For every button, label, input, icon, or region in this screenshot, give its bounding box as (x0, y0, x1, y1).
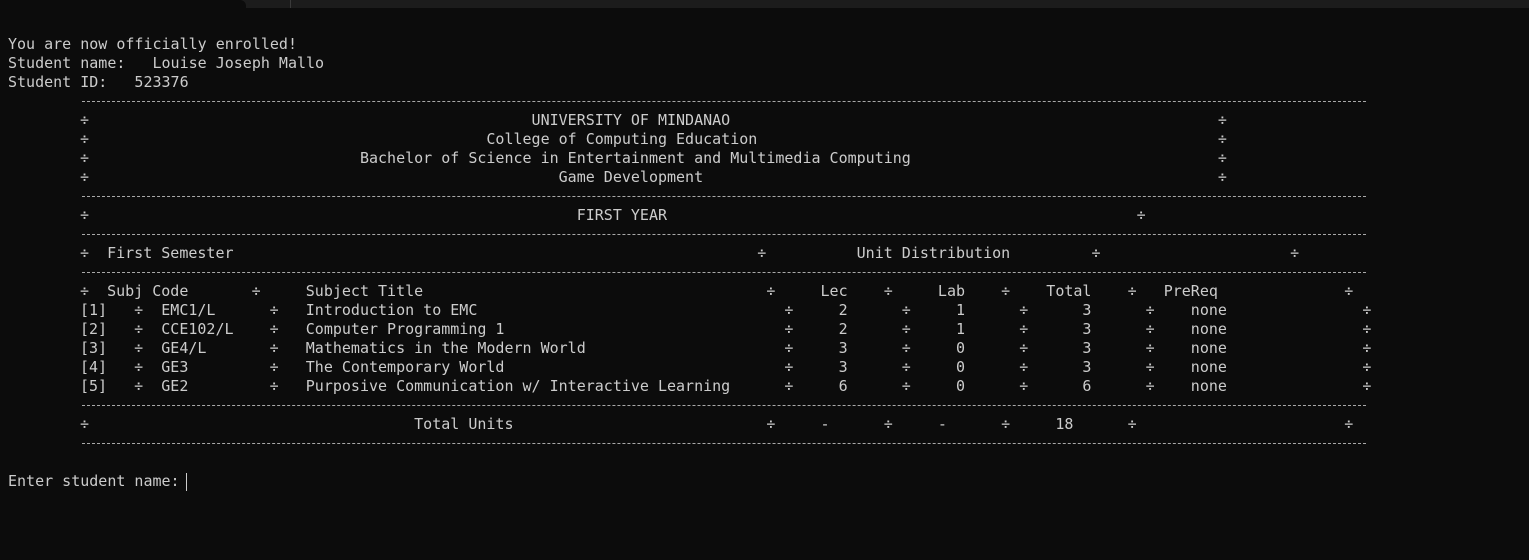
text-cursor (185, 472, 187, 491)
student-name-line: Student name: Louise Joseph Mallo (8, 54, 325, 72)
program-row: ÷ Bachelor of Science in Entertainment a… (80, 149, 1227, 167)
terminal-tab-bar (0, 0, 1529, 8)
enrolled-message: You are now officially enrolled! (8, 35, 297, 53)
input-prompt-line[interactable]: Enter student name: (8, 472, 187, 491)
column-header-row: ÷ Subj Code ÷ Subject Title ÷ Lec ÷ Lab … (80, 282, 1354, 300)
course-row-5: [5] ÷ GE2 ÷ Purposive Communication w/ I… (80, 377, 1372, 395)
university-row: ÷ UNIVERSITY OF MINDANAO ÷ (80, 111, 1227, 129)
input-prompt-label: Enter student name: (8, 472, 180, 490)
table-rule-header-bottom (82, 196, 1366, 197)
course-row-4: [4] ÷ GE3 ÷ The Contemporary World ÷ 3 ÷… (80, 358, 1372, 376)
total-units-row: ÷ Total Units ÷ - ÷ - ÷ 18 ÷ ÷ (80, 415, 1354, 433)
table-rule-top (82, 101, 1366, 102)
course-row-3: [3] ÷ GE4/L ÷ Mathematics in the Modern … (80, 339, 1372, 357)
major-row: ÷ Game Development ÷ (80, 168, 1227, 186)
table-rule-courses-bottom (82, 405, 1366, 406)
table-rule-year-bottom (82, 234, 1366, 235)
tab-separator (290, 0, 291, 8)
table-rule-semester-bottom (82, 272, 1366, 273)
course-row-2: [2] ÷ CCE102/L ÷ Computer Programming 1 … (80, 320, 1372, 338)
college-row: ÷ College of Computing Education ÷ (80, 130, 1227, 148)
terminal-tab[interactable] (0, 0, 246, 8)
course-row-1: [1] ÷ EMC1/L ÷ Introduction to EMC ÷ 2 ÷… (80, 301, 1372, 319)
semester-row: ÷ First Semester ÷ Unit Distribution ÷ ÷ (80, 244, 1300, 262)
student-id-line: Student ID: 523376 (8, 73, 189, 91)
table-rule-bottom (82, 443, 1366, 444)
year-row: ÷ FIRST YEAR ÷ (80, 206, 1146, 224)
